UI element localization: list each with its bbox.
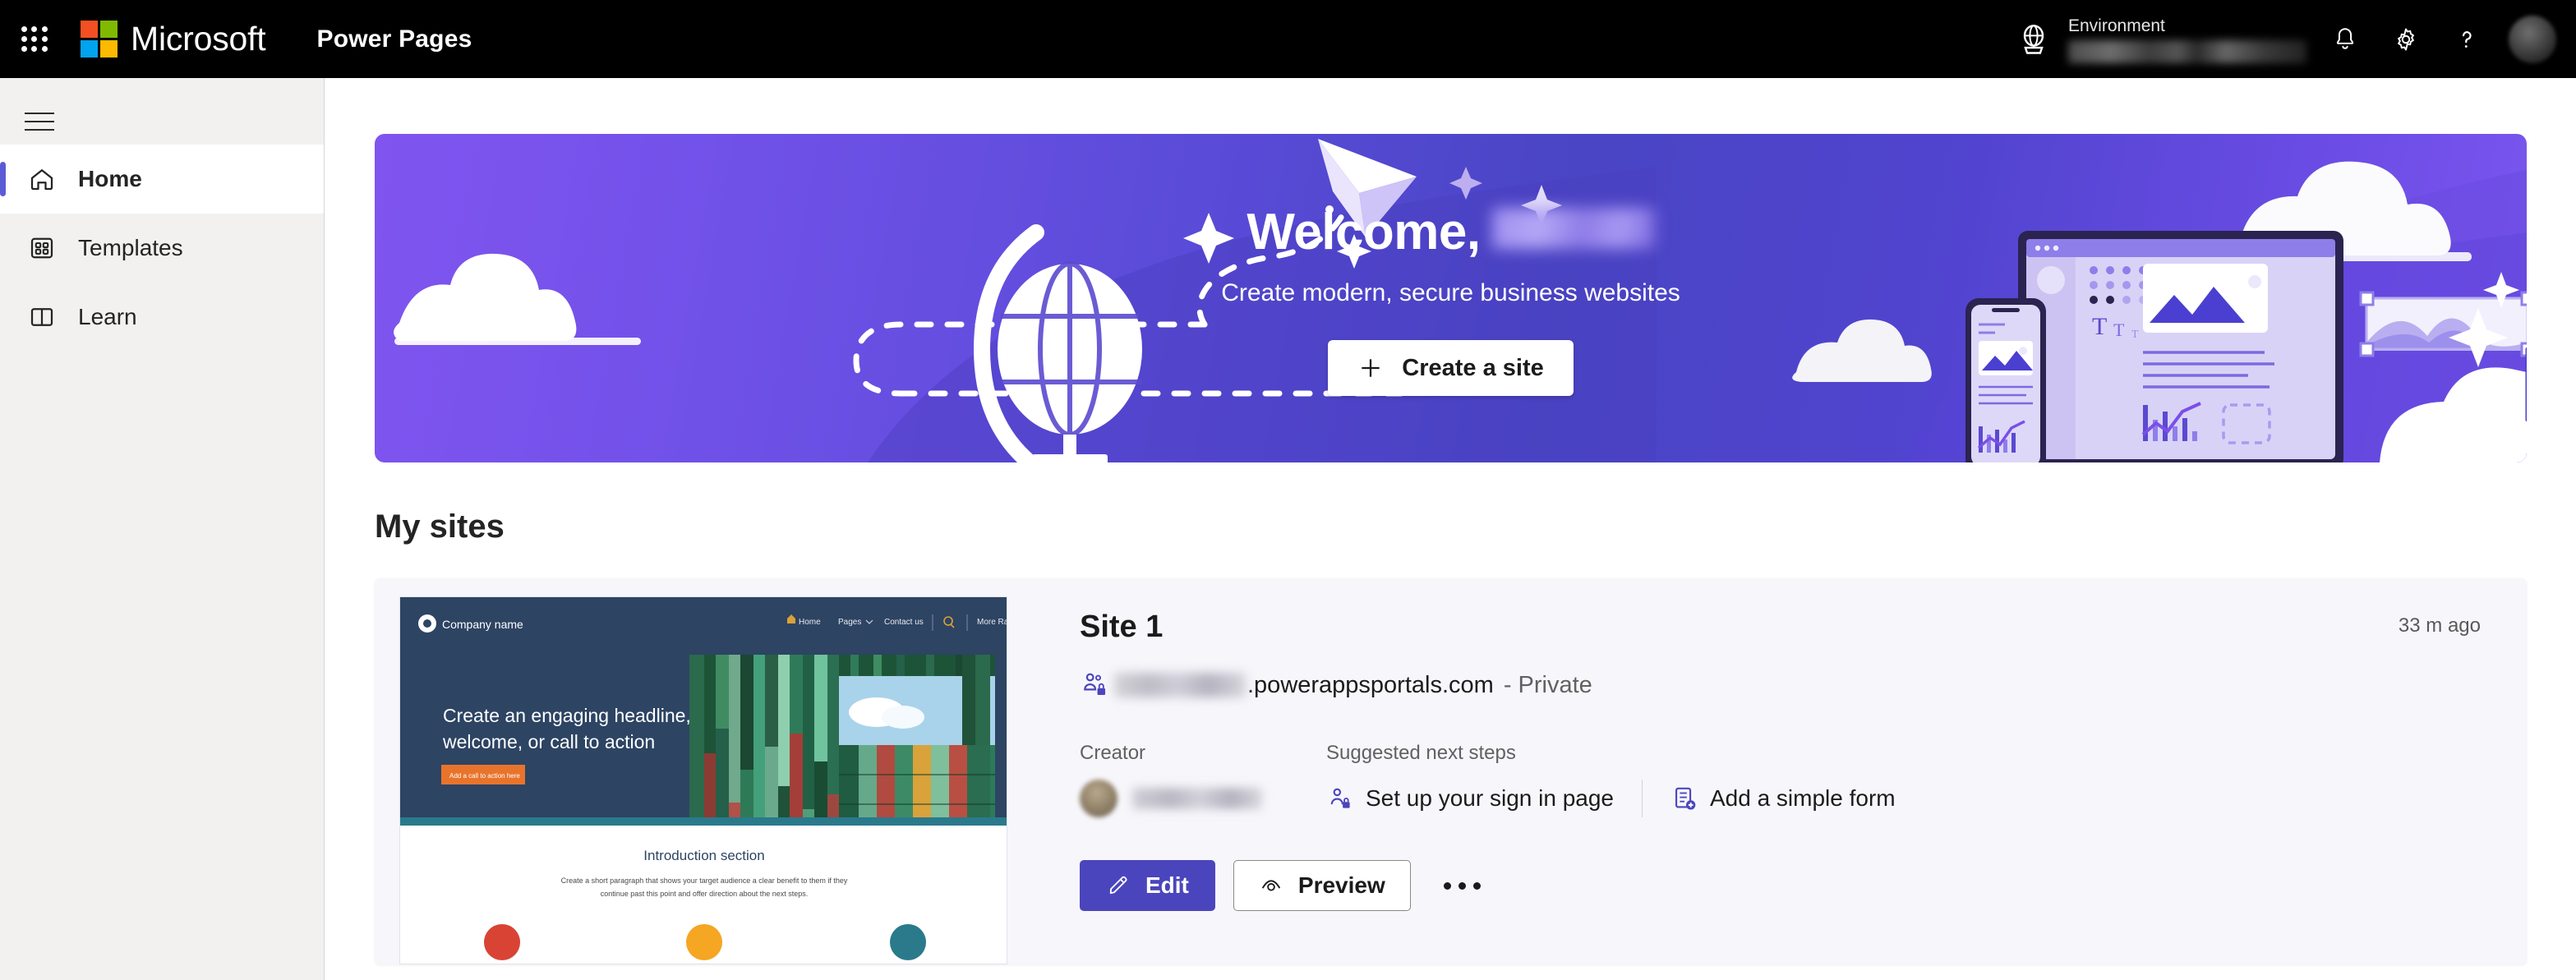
help-button[interactable] xyxy=(2436,0,2497,78)
settings-button[interactable] xyxy=(2376,0,2436,78)
site-thumbnail[interactable]: Company name Home Pages Contact us More … xyxy=(399,596,1007,964)
hero-username-redacted xyxy=(1491,208,1655,249)
sidebar-toggle-button[interactable] xyxy=(25,99,71,145)
form-add-icon xyxy=(1675,787,1696,810)
help-question-icon xyxy=(2462,30,2472,48)
pencil-icon xyxy=(1109,876,1127,895)
suggested-next-steps-label: Suggested next steps xyxy=(1326,742,1516,764)
site-last-modified: 33 m ago xyxy=(2398,614,2481,637)
top-header: Microsoft Power Pages Environment xyxy=(0,0,2576,78)
step-setup-signin-label: Set up your sign in page xyxy=(1366,785,1614,811)
plus-icon xyxy=(1362,359,1380,377)
svg-text:More Rates: More Rates xyxy=(977,618,1007,627)
hero-subtitle: Create modern, secure business websites xyxy=(1221,279,1680,306)
create-a-site-button[interactable]: Create a site xyxy=(1328,340,1574,396)
site-url-row: .powerappsportals.com - Private xyxy=(1080,669,2527,701)
svg-text:Create a short paragraph that: Create a short paragraph that shows your… xyxy=(561,876,848,885)
environment-label: Environment xyxy=(2068,16,2165,35)
people-lock-icon xyxy=(1084,673,1106,696)
svg-text:continue past this point and o: continue past this point and offer direc… xyxy=(601,890,809,898)
creator-column: Creator xyxy=(1080,742,1326,817)
svg-text:Add a call to action here: Add a call to action here xyxy=(449,772,520,780)
suggested-next-steps-column: Suggested next steps Set up your sign in… xyxy=(1326,742,1896,817)
app-title[interactable]: Power Pages xyxy=(317,25,472,53)
environment-value-redacted xyxy=(2068,39,2306,63)
svg-text:Create an engaging headline,: Create an engaging headline, xyxy=(443,705,691,726)
sidebar-item-templates[interactable]: Templates xyxy=(0,214,324,283)
site-domain: .powerappsportals.com xyxy=(1247,671,1494,698)
create-a-site-label: Create a site xyxy=(1402,354,1544,381)
sidebar-item-learn-label: Learn xyxy=(78,304,137,329)
settings-gear-icon xyxy=(2398,28,2414,50)
site-card[interactable]: Company name Home Pages Contact us More … xyxy=(375,578,2527,964)
steps-divider xyxy=(1641,780,1643,817)
svg-text:welcome, or call to action: welcome, or call to action xyxy=(442,731,655,752)
preview-button-label: Preview xyxy=(1297,872,1385,898)
preview-button[interactable]: Preview xyxy=(1233,860,1411,911)
learn-book-icon xyxy=(24,302,60,332)
creator-name-redacted xyxy=(1132,788,1262,809)
notifications-bell-icon xyxy=(2336,27,2354,49)
environment-globe-icon xyxy=(2023,24,2044,54)
hero-text-block: Welcome, Create modern, secure business … xyxy=(375,203,2527,396)
svg-text:Company name: Company name xyxy=(442,618,523,631)
hero-greeting: Welcome, xyxy=(1247,204,1481,260)
more-options-icon xyxy=(1444,881,1452,890)
step-add-simple-form[interactable]: Add a simple form xyxy=(1670,784,1896,812)
more-options-button[interactable] xyxy=(1435,860,1490,911)
app-launcher-waffle-icon[interactable] xyxy=(18,23,51,56)
site-preview-illustration: Company name Home Pages Contact us More … xyxy=(400,597,1007,964)
site-title: Site 1 xyxy=(1080,610,1164,644)
main-content: T T T Welcome, Create modern, secure bus… xyxy=(325,78,2576,980)
sidebar-item-home-label: Home xyxy=(78,166,142,191)
microsoft-logo-icon xyxy=(81,21,118,58)
site-thumbnail-wrapper[interactable]: Company name Home Pages Contact us More … xyxy=(375,578,1032,964)
notifications-button[interactable] xyxy=(2315,0,2376,78)
my-sites-heading: My sites xyxy=(375,508,505,545)
site-card-details: Site 1 33 m ago .powerappsportals.com - … xyxy=(1032,578,2527,964)
site-subdomain-redacted xyxy=(1114,673,1246,697)
svg-text:Contact us: Contact us xyxy=(884,618,924,627)
step-add-form-label: Add a simple form xyxy=(1709,785,1896,811)
creator-avatar xyxy=(1080,780,1117,817)
site-visibility: - Private xyxy=(1503,671,1592,698)
sidebar-item-learn[interactable]: Learn xyxy=(0,283,324,352)
step-setup-signin-page[interactable]: Set up your sign in page xyxy=(1326,784,1614,812)
hero-greeting-row: Welcome, xyxy=(1247,203,1655,261)
svg-text:Home: Home xyxy=(799,618,821,627)
edit-button[interactable]: Edit xyxy=(1080,860,1215,911)
sidebar-navigation: Home Templates Learn xyxy=(0,78,325,980)
home-icon xyxy=(24,164,60,194)
creator-row xyxy=(1080,780,1326,817)
site-actions-row: Edit Preview xyxy=(1080,860,2527,911)
microsoft-brand-label: Microsoft xyxy=(131,20,266,58)
site-meta-row: Creator Suggested next steps Set up your… xyxy=(1080,742,2527,817)
welcome-hero-banner: T T T Welcome, Create modern, secure bus… xyxy=(375,134,2527,462)
suggested-next-steps-list: Set up your sign in page Add a simple fo… xyxy=(1326,780,1896,817)
environment-picker[interactable]: Environment xyxy=(2016,0,2315,78)
edit-button-label: Edit xyxy=(1145,872,1189,898)
user-avatar[interactable] xyxy=(2509,15,2556,63)
templates-icon xyxy=(24,233,60,263)
svg-text:Introduction section: Introduction section xyxy=(643,848,764,863)
sidebar-item-templates-label: Templates xyxy=(78,235,183,260)
person-lock-icon xyxy=(1330,788,1350,808)
header-right-actions: Environment xyxy=(2016,0,2576,78)
svg-text:Pages: Pages xyxy=(838,618,861,627)
sidebar-item-home[interactable]: Home xyxy=(0,145,324,214)
eye-icon xyxy=(1261,880,1280,891)
creator-label: Creator xyxy=(1080,742,1146,764)
